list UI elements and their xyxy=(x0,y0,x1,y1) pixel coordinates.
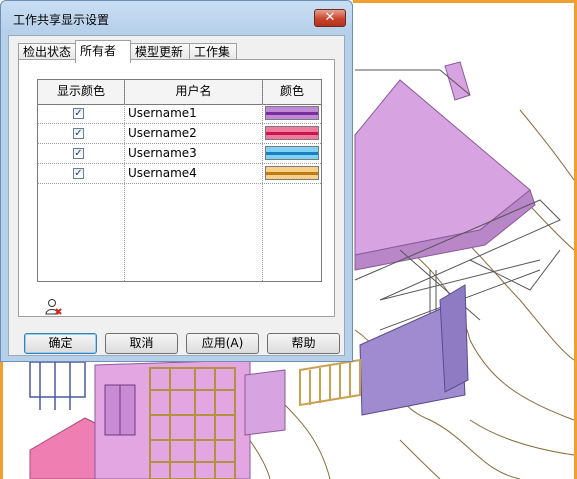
color-swatch-line xyxy=(266,172,318,175)
header-color: 颜色 xyxy=(263,80,321,104)
show-color-checkbox[interactable]: ✓ xyxy=(73,128,84,139)
table-row[interactable]: ✓ Username3 xyxy=(38,144,321,164)
show-color-checkbox[interactable]: ✓ xyxy=(73,108,84,119)
color-swatch[interactable] xyxy=(265,126,319,140)
show-color-checkbox[interactable]: ✓ xyxy=(73,168,84,179)
workshare-display-settings-dialog: 工作共享显示设置 ✕ 检出状态 所有者 模型更新 工作集 显示颜色 用户名 颜色… xyxy=(0,0,353,362)
apply-button[interactable]: 应用(A) xyxy=(186,333,259,354)
owners-tab-panel: 显示颜色 用户名 颜色 ✓ Username1 ✓ Username2 ✓ Usernam… xyxy=(18,59,335,317)
header-username: 用户名 xyxy=(125,80,263,104)
table-row[interactable]: ✓ Username1 xyxy=(38,104,321,124)
color-swatch-line xyxy=(266,112,318,115)
ok-button[interactable]: 确定 xyxy=(24,333,97,354)
table-row[interactable]: ✓ Username2 xyxy=(38,124,321,144)
show-color-checkbox[interactable]: ✓ xyxy=(73,148,84,159)
user-remove-icon[interactable] xyxy=(45,298,63,316)
close-icon: ✕ xyxy=(324,10,336,25)
username-cell: Username3 xyxy=(128,146,197,160)
tab-owners[interactable]: 所有者 xyxy=(75,40,131,63)
help-button[interactable]: 帮助 xyxy=(267,333,340,354)
color-swatch[interactable] xyxy=(265,166,319,180)
header-show-color: 显示颜色 xyxy=(38,80,125,104)
dialog-client-area: 检出状态 所有者 模型更新 工作集 显示颜色 用户名 颜色 ✓ Username1… xyxy=(8,35,345,356)
username-cell: Username2 xyxy=(128,126,197,140)
dialog-title: 工作共享显示设置 xyxy=(13,13,110,27)
username-cell: Username1 xyxy=(128,106,197,120)
dialog-titlebar[interactable]: 工作共享显示设置 ✕ xyxy=(1,1,352,35)
table-header: 显示颜色 用户名 颜色 xyxy=(38,80,321,105)
color-swatch[interactable] xyxy=(265,106,319,120)
color-swatch-line xyxy=(266,132,318,135)
color-swatch-line xyxy=(266,152,318,155)
color-swatch[interactable] xyxy=(265,146,319,160)
table-row[interactable]: ✓ Username4 xyxy=(38,164,321,184)
user-color-table: 显示颜色 用户名 颜色 ✓ Username1 ✓ Username2 ✓ Usernam… xyxy=(37,79,322,282)
username-cell: Username4 xyxy=(128,166,197,180)
close-button[interactable]: ✕ xyxy=(314,9,346,27)
cancel-button[interactable]: 取消 xyxy=(105,333,178,354)
